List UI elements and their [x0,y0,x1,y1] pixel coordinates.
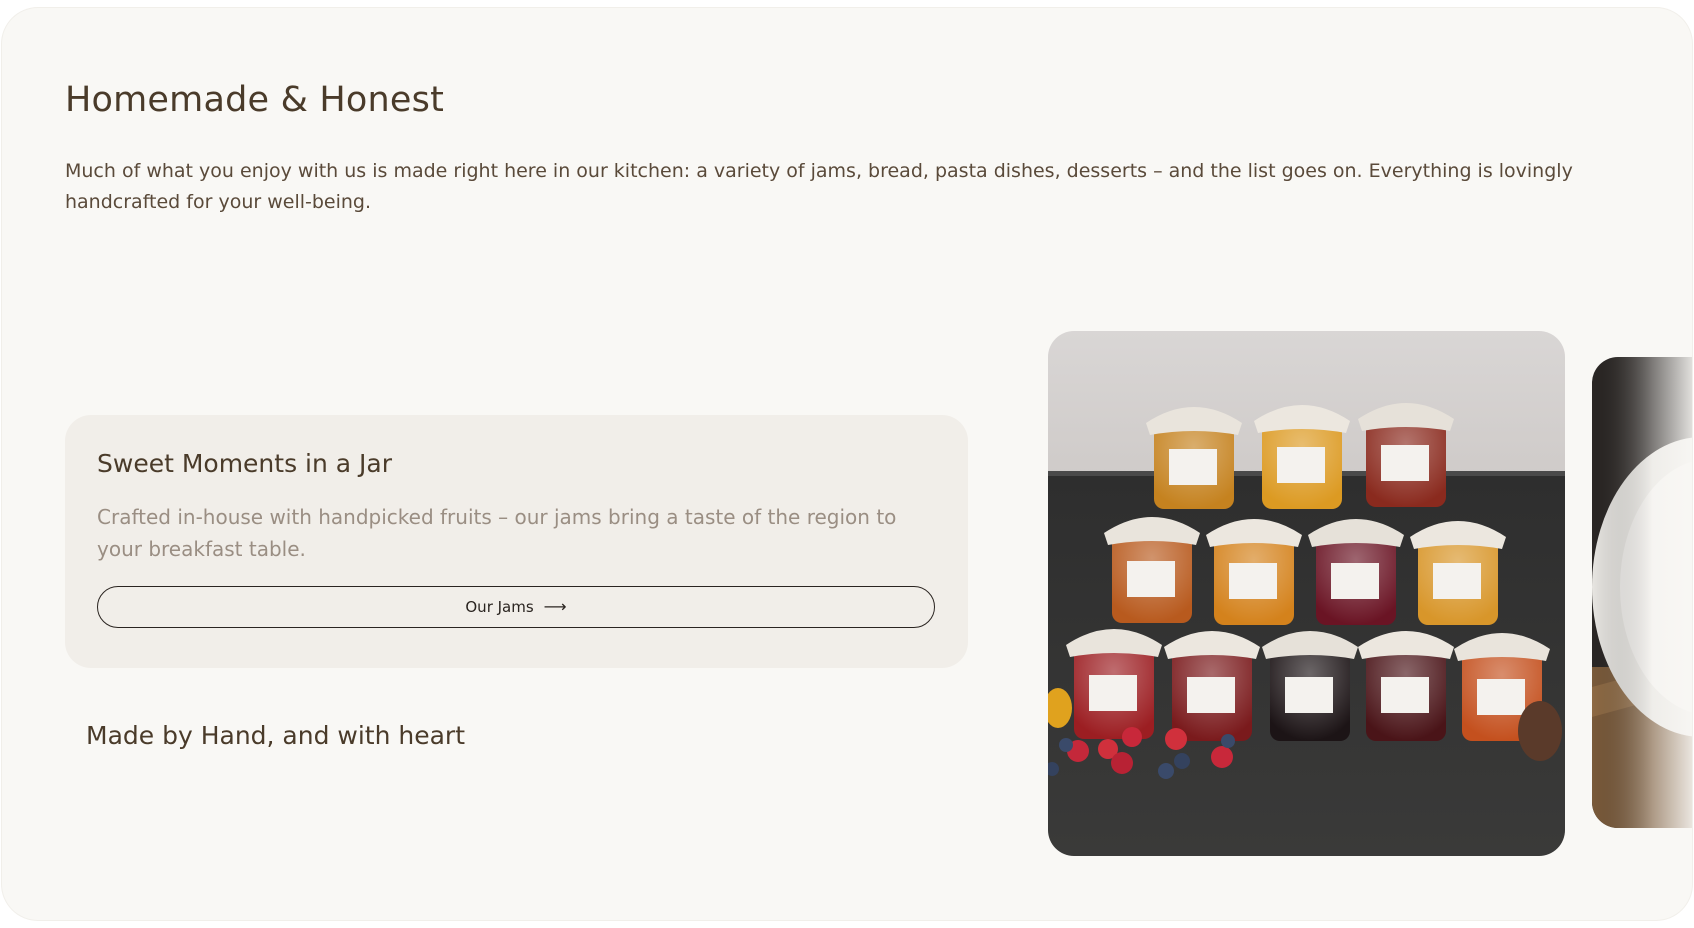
arrow-right-icon: ⟶ [543,597,567,616]
our-jams-button-label: Our Jams [465,598,534,616]
our-jams-button[interactable]: Our Jams ⟶ [97,586,935,628]
card-title: Sweet Moments in a Jar [97,449,393,478]
section-intro: Much of what you enjoy with us is made r… [65,160,1573,213]
homemade-section: Homemade & Honest Much of what you enjoy… [2,8,1692,920]
tagline: Made by Hand, and with heart [86,721,466,750]
section-title: Homemade & Honest [65,80,445,120]
card-description: Crafted in-house with handpicked fruits … [97,505,897,561]
jam-info-card: Sweet Moments in a Jar Crafted in-house … [65,415,968,668]
jam-jars-photo[interactable] [1048,331,1565,856]
plate-photo-partial[interactable] [1592,357,1692,828]
